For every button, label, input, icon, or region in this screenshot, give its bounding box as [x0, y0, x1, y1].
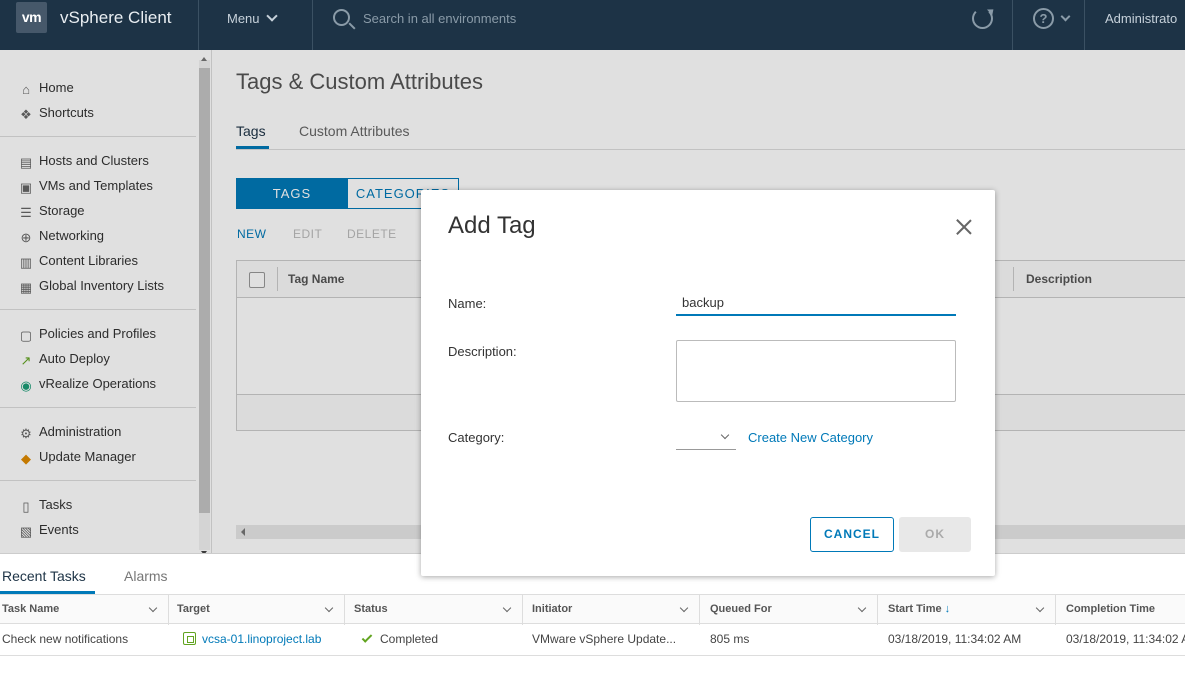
row-divider	[0, 655, 1185, 656]
menu-label: Menu	[227, 11, 260, 26]
header-divider	[312, 0, 313, 50]
column-header-completion-time[interactable]: Completion Time	[1066, 603, 1155, 615]
chevron-down-icon[interactable]	[857, 603, 867, 613]
header-divider	[1084, 0, 1085, 50]
header-divider	[1012, 0, 1013, 50]
chevron-down-icon	[265, 10, 278, 22]
header-divider	[198, 0, 199, 50]
sort-down-icon: ↓	[944, 603, 951, 615]
add-tag-dialog: Add Tag Name: Description: Category: Cre…	[421, 190, 995, 576]
column-header-queued-for[interactable]: Queued For	[710, 603, 772, 615]
vcenter-icon	[183, 632, 196, 645]
search-icon[interactable]	[333, 9, 350, 26]
queued-for-cell: 805 ms	[710, 632, 750, 646]
refresh-icon[interactable]	[972, 8, 993, 29]
chevron-down-icon	[720, 430, 730, 440]
description-label: Description:	[448, 344, 517, 359]
start-time-cell: 03/18/2019, 11:34:02 AM	[888, 632, 1022, 646]
target-cell[interactable]: vcsa-01.linoproject.lab	[183, 632, 321, 646]
chevron-down-icon[interactable]	[148, 603, 158, 613]
column-header-start-time[interactable]: Start Time ↓	[888, 603, 950, 615]
check-icon	[361, 632, 373, 643]
column-divider	[168, 595, 169, 625]
column-divider	[522, 595, 523, 625]
column-divider	[1055, 595, 1056, 625]
completion-time-cell: 03/18/2019, 11:34:02 A	[1066, 632, 1185, 646]
create-new-category-link[interactable]: Create New Category	[748, 430, 873, 445]
name-label: Name:	[448, 296, 487, 311]
ok-button[interactable]: OK	[899, 517, 971, 552]
category-label: Category:	[448, 430, 505, 445]
close-icon[interactable]	[955, 218, 973, 236]
column-divider	[877, 595, 878, 625]
top-header: vm vSphere Client Menu Search in all env…	[0, 0, 1185, 50]
column-header-task-name[interactable]: Task Name	[2, 603, 59, 615]
tab-alarms[interactable]: Alarms	[124, 568, 168, 584]
status-text: Completed	[380, 632, 439, 646]
name-field[interactable]	[676, 291, 956, 316]
column-divider	[344, 595, 345, 625]
cancel-button[interactable]: CANCEL	[810, 517, 894, 552]
target-link[interactable]: vcsa-01.linoproject.lab	[202, 632, 321, 646]
task-name-cell: Check new notifications	[2, 632, 129, 646]
chevron-down-icon[interactable]	[1060, 11, 1071, 22]
column-header-target[interactable]: Target	[177, 603, 210, 615]
column-header-initiator[interactable]: Initiator	[532, 603, 572, 615]
column-header-status[interactable]: Status	[354, 603, 388, 615]
app-title: vSphere Client	[60, 8, 172, 27]
chevron-down-icon[interactable]	[679, 603, 689, 613]
help-icon[interactable]: ?	[1033, 8, 1054, 29]
vmware-logo: vm	[16, 2, 47, 33]
dialog-title: Add Tag	[448, 212, 536, 239]
category-select[interactable]	[676, 426, 736, 450]
tab-recent-tasks[interactable]: Recent Tasks	[2, 568, 86, 584]
tasks-table-header: Task Name Target Status Initiator Queued…	[0, 594, 1185, 625]
chevron-down-icon[interactable]	[1035, 603, 1045, 613]
column-divider	[699, 595, 700, 625]
user-menu[interactable]: Administrato	[1105, 11, 1177, 26]
chevron-down-icon[interactable]	[324, 603, 334, 613]
column-label: Start Time	[888, 603, 942, 615]
menu-dropdown[interactable]: Menu	[227, 10, 278, 26]
description-field[interactable]	[676, 340, 956, 402]
initiator-cell: VMware vSphere Update...	[532, 632, 677, 646]
status-cell: Completed	[359, 632, 438, 646]
chevron-down-icon[interactable]	[502, 603, 512, 613]
search-input[interactable]: Search in all environments	[363, 11, 516, 26]
